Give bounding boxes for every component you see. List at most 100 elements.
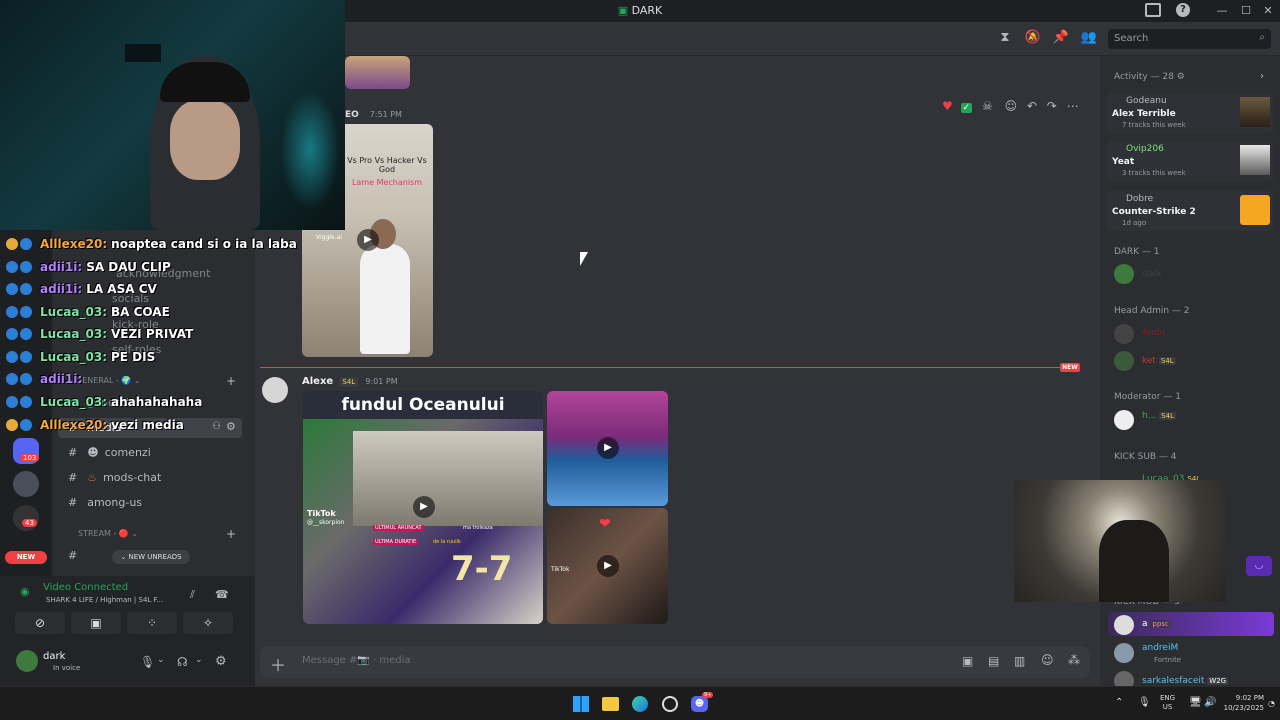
member-avatar[interactable] <box>1114 264 1134 284</box>
member-avatar[interactable] <box>1114 324 1134 344</box>
channel-among-us[interactable]: # among-us <box>68 496 142 516</box>
chat-badge-icon <box>20 373 32 385</box>
network-icon[interactable]: 🖥 <box>1189 697 1202 708</box>
check-reaction-icon[interactable]: ✓ <box>960 103 973 113</box>
attach-icon[interactable]: ＋ <box>270 652 286 676</box>
tray-mic-icon[interactable]: 🎙 <box>1138 697 1151 708</box>
sticker-icon[interactable]: ▥ <box>1014 654 1025 668</box>
author-name[interactable]: Alexe <box>302 376 333 387</box>
mic-icon[interactable]: 🎙 <box>140 655 155 669</box>
member-name[interactable]: dark <box>1142 269 1162 279</box>
notifications-icon[interactable]: 🔕 <box>1024 30 1042 48</box>
inbox-icon[interactable] <box>1145 3 1161 17</box>
start-icon[interactable] <box>573 696 589 712</box>
volume-icon[interactable]: 🔊 <box>1204 697 1216 708</box>
soundboard-button[interactable]: ✧ <box>183 612 233 634</box>
clock[interactable]: 9:02 PM 10/23/2025 <box>1222 693 1264 713</box>
overlay-text-2: ma troleaza <box>463 525 493 531</box>
member-name[interactable]: Andu <box>1142 328 1165 338</box>
more-icon[interactable]: ⋯ <box>1067 99 1079 113</box>
unread-badge: 43 <box>22 519 37 527</box>
forward-icon[interactable]: ↷ <box>1047 99 1057 113</box>
tray-chevron-icon[interactable]: ⌃ <box>1115 697 1123 708</box>
chat-badge-icon <box>6 396 18 408</box>
heart-reaction-icon[interactable]: ♥ <box>942 99 953 113</box>
close-button[interactable]: ✕ <box>1256 0 1280 22</box>
play-icon[interactable]: ▶ <box>357 229 379 251</box>
add-channel-icon[interactable]: + <box>226 527 236 541</box>
gif-icon[interactable]: ▤ <box>988 654 999 668</box>
cam-sign <box>125 44 161 62</box>
member-tag: S4L <box>1158 357 1176 365</box>
emoji-icon[interactable]: ☺ <box>1041 653 1054 667</box>
play-icon[interactable]: ▶ <box>413 496 435 518</box>
add-reaction-icon[interactable]: ☺ <box>1005 99 1018 113</box>
skull-reaction-icon[interactable]: ☠ <box>982 99 993 113</box>
discord-icon[interactable]: ☻ <box>691 696 708 712</box>
search-input[interactable]: Search ⌕ <box>1108 29 1271 49</box>
threads-icon[interactable]: ⧗ <box>996 30 1014 48</box>
server-icon[interactable] <box>13 471 39 497</box>
apps-icon[interactable]: ⁂ <box>1068 653 1080 667</box>
activity-card-3[interactable]: Dobre Counter-Strike 2 1d ago <box>1106 191 1274 231</box>
voice-channel[interactable]: SHARK 4 LIFE / Highman | S4L F... <box>46 596 163 604</box>
pin-icon[interactable]: 📌 <box>1052 30 1070 48</box>
add-channel-icon[interactable]: + <box>226 374 236 388</box>
lang-indicator[interactable]: ENG US <box>1160 694 1175 712</box>
member-avatar[interactable] <box>1114 643 1134 663</box>
reply-icon[interactable]: ↶ <box>1027 99 1037 113</box>
disconnect-icon[interactable]: ☎ <box>215 588 229 601</box>
minimize-button[interactable]: — <box>1210 0 1234 22</box>
play-icon[interactable]: ▶ <box>597 437 619 459</box>
gift-icon[interactable]: ▣ <box>962 654 973 668</box>
invite-icon[interactable]: ⚇ <box>212 421 221 432</box>
member-avatar[interactable] <box>1114 410 1134 430</box>
headphones-chevron-icon[interactable]: ⌄ <box>195 655 203 665</box>
member-name[interactable]: h... S4L <box>1142 411 1176 421</box>
server-icon[interactable] <box>13 505 39 531</box>
user-name[interactable]: dark <box>43 651 65 662</box>
activities-button[interactable]: ⁘ <box>127 612 177 634</box>
member-list-icon[interactable]: 👥 <box>1080 30 1098 48</box>
author-avatar[interactable] <box>262 377 288 403</box>
screenshare-button[interactable]: ▣ <box>71 612 121 634</box>
member-name[interactable]: sarkalesfaceit W2G <box>1142 676 1229 686</box>
notification-icon[interactable]: ◔ <box>1268 699 1275 708</box>
channel-settings-icon[interactable]: ⚙ <box>226 420 236 433</box>
camera-button[interactable]: ⊘ <box>15 612 65 634</box>
member-avatar[interactable] <box>1114 615 1134 635</box>
steam-icon[interactable] <box>662 696 678 712</box>
previous-media-thumb[interactable] <box>345 56 410 89</box>
activity-card-1[interactable]: Godeanu Alex Terrible 7 tracks this week <box>1106 93 1274 133</box>
video-attachment-3[interactable]: ▶ <box>547 391 668 506</box>
headphones-icon[interactable]: ☊ <box>177 655 188 669</box>
user-settings-icon[interactable]: ⚙ <box>215 654 227 669</box>
member-name[interactable]: ket S4L <box>1142 356 1176 366</box>
help-icon[interactable]: ? <box>1176 3 1190 17</box>
new-messages-divider <box>260 367 1080 368</box>
maximize-button[interactable]: ☐ <box>1234 0 1258 22</box>
activity-card-2[interactable]: Ovip206 Yeat 3 tracks this week <box>1106 141 1274 181</box>
message-input[interactable]: ＋ Message #📷 · media ▣ ▤ ▥ ☺ ⁂ <box>260 646 1090 678</box>
chevron-right-icon[interactable]: › <box>1260 71 1264 82</box>
new-unreads-pill[interactable]: ⌄ NEW UNREADS <box>112 550 190 564</box>
mic-chevron-icon[interactable]: ⌄ <box>157 655 165 665</box>
category-stream[interactable]: STREAM - 🔴 ⌄ <box>78 529 138 549</box>
noise-suppression-icon[interactable]: ⫽ <box>190 588 195 602</box>
message-header: EO 7:51 PM <box>345 110 402 120</box>
user-avatar[interactable] <box>16 650 38 672</box>
channel-comenzi[interactable]: # ☻ comenzi <box>68 446 151 466</box>
play-icon[interactable]: ▶ <box>597 555 619 577</box>
video-attachment-4[interactable]: ❤ TikTok ▶ <box>547 508 668 624</box>
video-attachment-2[interactable]: fundul Oceanului TikTok @__skorpion ULTI… <box>303 391 543 624</box>
channel-mods-chat[interactable]: # ♨ mods-chat <box>68 471 161 491</box>
file-explorer-icon[interactable] <box>602 697 619 711</box>
gear-icon[interactable]: ⚙ <box>1177 72 1185 82</box>
channel-stream[interactable]: # <box>68 549 77 569</box>
member-name[interactable]: a ppsc <box>1142 619 1171 629</box>
member-avatar[interactable] <box>1114 351 1134 371</box>
member-name[interactable]: andreiM <box>1142 643 1178 653</box>
member-tag: S4L <box>1159 412 1176 420</box>
edge-icon[interactable] <box>632 696 648 712</box>
signal-icon[interactable]: ◉ <box>20 585 30 598</box>
